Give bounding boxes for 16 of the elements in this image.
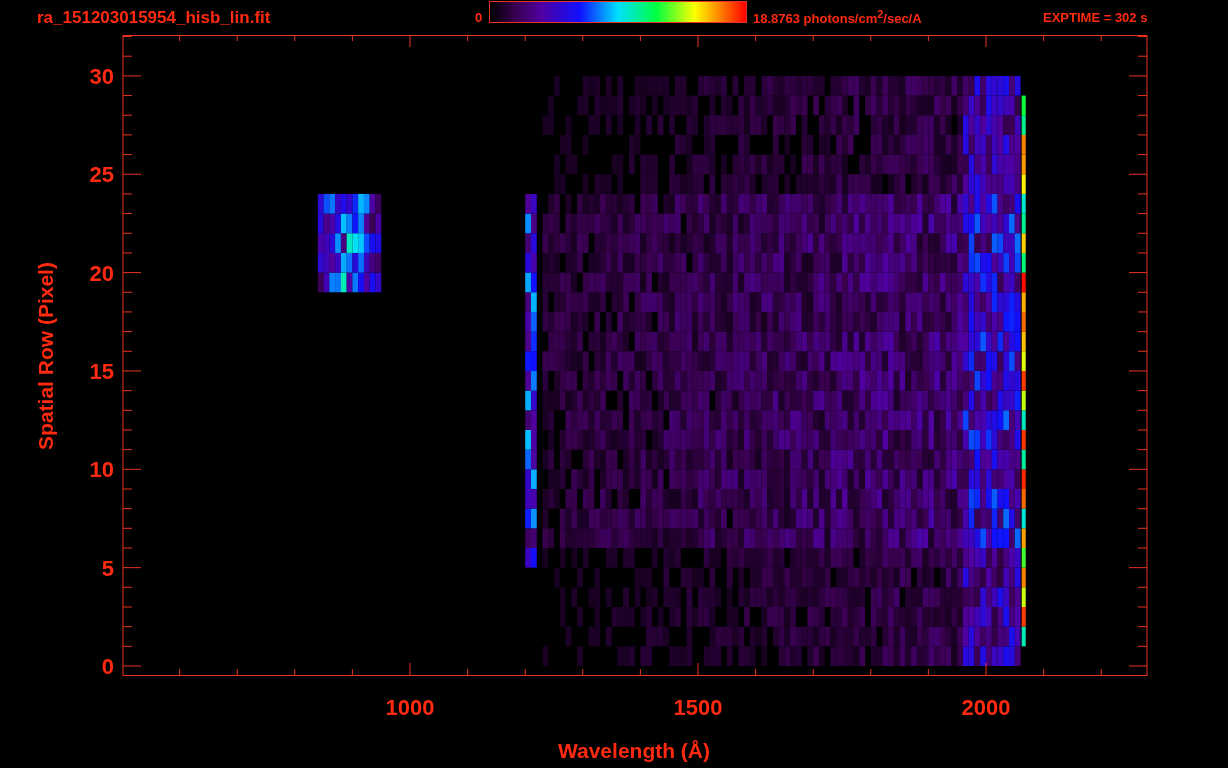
colorbar-max-label: 18.8763 photons/cm$^{2}$/sec/A bbox=[753, 8, 923, 27]
y-tick-label: 30 bbox=[89, 63, 114, 89]
x-tick-label: 1000 bbox=[385, 695, 435, 720]
y-tick-label: 10 bbox=[89, 457, 114, 483]
y-axis-title: Spatial Row (Pixel) bbox=[34, 262, 57, 450]
x-axis-title: Wavelength (Å) bbox=[557, 739, 711, 762]
y-tick-label: 0 bbox=[101, 654, 114, 679]
y-tick-label: 20 bbox=[89, 260, 114, 286]
y-tick-label: 15 bbox=[89, 358, 114, 384]
x-tick-label: 2000 bbox=[961, 695, 1011, 720]
file-name: ra_151203015954_hisb_lin.fit bbox=[37, 7, 272, 28]
y-tick-label: 25 bbox=[89, 162, 114, 188]
exposure-time: EXPTIME = 302 s bbox=[1043, 10, 1148, 25]
x-tick-label: 1500 bbox=[673, 695, 723, 720]
y-tick-label: 5 bbox=[101, 555, 114, 581]
colorbar-min-label: 0 bbox=[475, 10, 484, 25]
